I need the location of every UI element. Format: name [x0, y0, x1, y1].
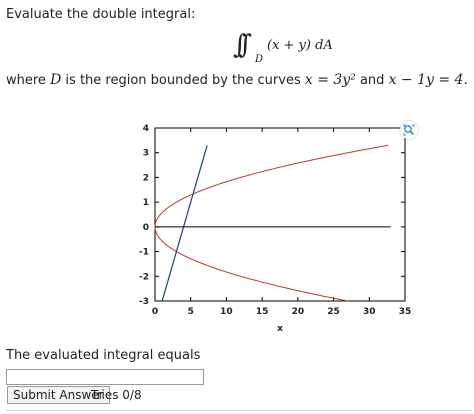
curve-2-equation: x − 1y = 4. — [388, 72, 468, 88]
divider — [6, 410, 472, 411]
answer-input[interactable] — [6, 369, 204, 385]
integrand: (x + y) dA — [267, 38, 333, 53]
x-axis-label: x — [277, 324, 283, 334]
region-symbol: D — [50, 72, 62, 88]
question-prompt: Evaluate the double integral: — [6, 7, 196, 22]
y-tick-label: 0 — [143, 223, 149, 233]
result-label: The evaluated integral equals — [6, 348, 201, 363]
x-tick-label: 5 — [188, 307, 194, 317]
x-tick-label: 35 — [399, 307, 412, 317]
zoom-icon — [403, 124, 415, 136]
y-tick-label: -2 — [139, 272, 149, 282]
region-connector: and — [355, 73, 389, 88]
region-plot: 0 5 10 15 20 25 30 35 -3 -2 -1 0 1 2 3 4 x — [139, 124, 412, 334]
x-tick-label: 15 — [256, 307, 269, 317]
y-tick-label: -3 — [139, 297, 149, 307]
region-description: where D is the region bounded by the cur… — [6, 72, 468, 88]
x-tick-label: 25 — [327, 307, 340, 317]
double-integral-sign: ∫∫ — [233, 30, 252, 60]
series-parabola — [154, 144, 389, 302]
plot-frame — [154, 127, 406, 302]
curve-1-equation: x = 3y² — [304, 72, 356, 88]
zoom-button[interactable] — [400, 121, 418, 139]
tries-counter: Tries 0/8 — [91, 388, 142, 402]
region-prefix: where — [6, 73, 51, 88]
x-tick-label: 30 — [363, 307, 376, 317]
series-line — [161, 145, 208, 302]
x-tick-label: 20 — [292, 307, 305, 317]
y-tick-label: 2 — [143, 173, 149, 183]
region-text: is the region bounded by the curves — [61, 73, 305, 88]
x-tick-label: 0 — [152, 307, 158, 317]
y-tick-label: 1 — [143, 198, 149, 208]
integral-expression: ∫∫ D (x + y) dA — [233, 30, 343, 70]
y-tick-label: -1 — [139, 248, 149, 258]
y-tick-label: 3 — [143, 149, 149, 159]
integral-region-subscript: D — [255, 54, 264, 65]
x-tick-label: 10 — [220, 307, 233, 317]
y-tick-label: 4 — [143, 124, 149, 134]
